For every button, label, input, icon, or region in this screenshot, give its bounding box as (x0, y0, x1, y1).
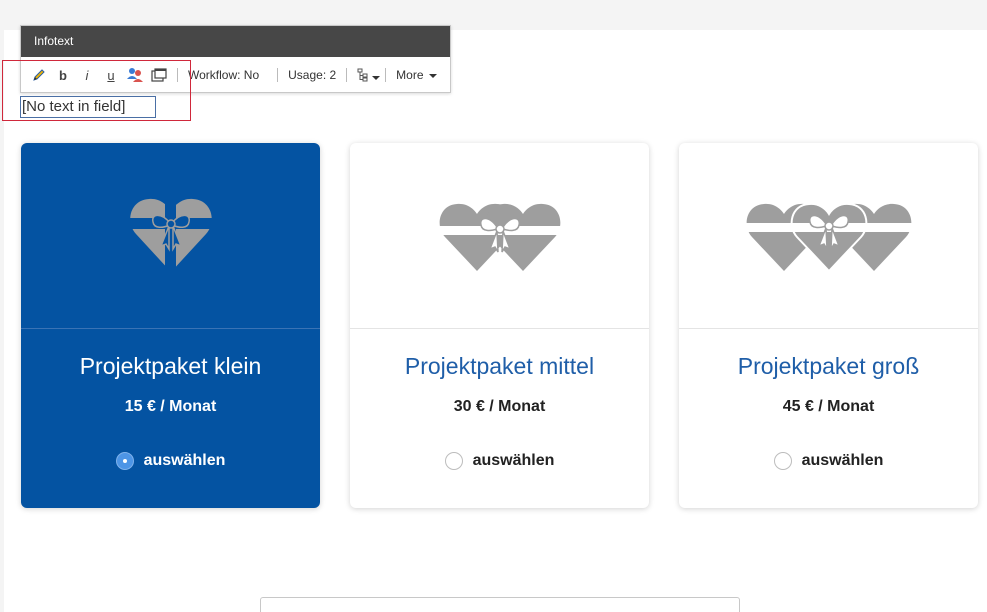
gift-hearts-icon (436, 203, 563, 271)
bold-button[interactable]: b (51, 64, 75, 86)
tree-dropdown[interactable] (353, 64, 383, 86)
select-option[interactable]: auswählen (21, 452, 320, 470)
radio-button[interactable] (115, 452, 134, 470)
card-divider (21, 328, 320, 329)
pencil-icon[interactable] (27, 64, 51, 86)
package-title: Projektpaket klein (79, 353, 262, 379)
window-icon[interactable] (147, 64, 171, 86)
underline-icon: u (107, 67, 115, 83)
underline-button[interactable]: u (99, 64, 123, 86)
radio-button[interactable] (773, 452, 792, 470)
select-label: auswählen (801, 452, 884, 469)
tree-icon (357, 68, 368, 82)
chevron-down-icon (371, 76, 380, 80)
package-title: Projektpaket groß (737, 353, 920, 379)
usage-count[interactable]: Usage: 2 (284, 68, 340, 82)
workflow-status[interactable]: Workflow: No (184, 68, 263, 82)
package-title: Projektpaket mittel (404, 353, 595, 379)
editor-toolbar: b i u Workflow: No Usage: 2 More (21, 57, 450, 93)
gift-hearts-icon (744, 202, 913, 272)
users-icon[interactable] (123, 64, 147, 86)
package-card-large[interactable]: Projektpaket groß 45 € / Monat auswählen (679, 143, 978, 508)
select-option[interactable]: auswählen (350, 452, 649, 470)
more-label: More (396, 68, 424, 82)
toolbar-separator (346, 68, 348, 82)
card-image (350, 143, 649, 328)
italic-button[interactable]: i (75, 64, 99, 86)
card-divider (350, 328, 649, 329)
more-menu[interactable]: More (392, 68, 440, 82)
card-divider (679, 328, 978, 329)
select-option[interactable]: auswählen (679, 452, 978, 470)
bold-icon: b (59, 67, 67, 83)
toolbar-separator (177, 68, 178, 82)
package-card-small[interactable]: Projektpaket klein 15 € / Monat auswähle… (21, 143, 320, 508)
package-price: 30 € / Monat (453, 398, 546, 415)
card-image (679, 143, 978, 328)
toolbar-separator (277, 68, 279, 82)
bottom-input-box[interactable] (260, 597, 740, 612)
card-image (21, 143, 320, 328)
radio-button[interactable] (444, 452, 463, 470)
package-price: 15 € / Monat (124, 398, 217, 415)
infotext-editor-popup: Infotext b i u Workflow: No Usage: 2 Mor… (20, 25, 451, 93)
italic-icon: i (85, 67, 89, 83)
select-label: auswählen (143, 452, 226, 469)
editor-title: Infotext (21, 26, 450, 57)
gift-heart-icon (127, 198, 214, 272)
package-price: 45 € / Monat (782, 398, 875, 415)
chevron-down-icon (428, 73, 437, 78)
package-card-medium[interactable]: Projektpaket mittel 30 € / Monat auswähl… (350, 143, 649, 508)
toolbar-separator (385, 68, 387, 82)
select-label: auswählen (472, 452, 555, 469)
infotext-field[interactable]: [No text in field] (20, 96, 156, 118)
